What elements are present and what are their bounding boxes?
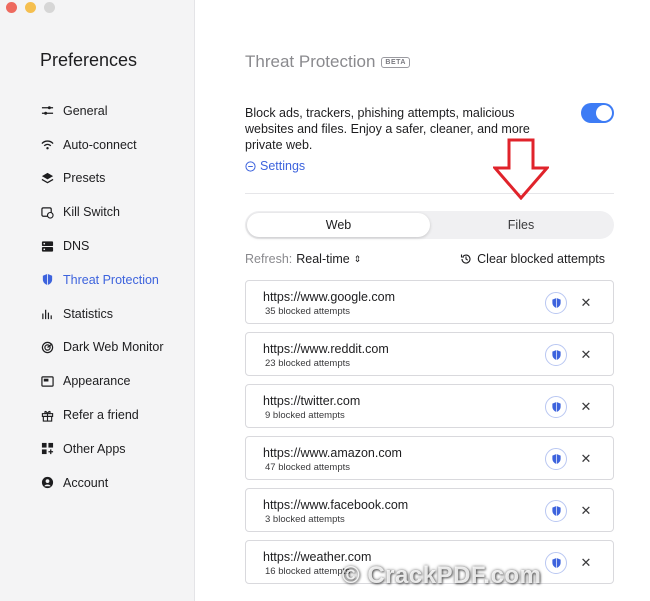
sidebar-item-account[interactable]: Account [0, 466, 195, 500]
tab-files[interactable]: Files [430, 213, 612, 237]
blocked-count: 3 blocked attempts [265, 514, 345, 525]
shield-icon[interactable] [545, 292, 567, 314]
server-icon [40, 239, 54, 253]
user-icon [40, 476, 54, 490]
shield-icon [40, 273, 54, 287]
shield-icon[interactable] [545, 500, 567, 522]
sidebar-item-kill-switch[interactable]: Kill Switch [0, 195, 195, 229]
sidebar-item-label: Dark Web Monitor [63, 340, 164, 355]
site-url: https://www.google.com [263, 290, 396, 304]
site-url: https://www.facebook.com [263, 498, 409, 512]
refresh-value: Real-time [296, 252, 350, 266]
blocked-count: 16 blocked attempts [265, 566, 351, 577]
wifi-icon [40, 138, 54, 152]
divider [245, 193, 614, 194]
settings-link-label: Settings [260, 159, 306, 173]
site-url: https://twitter.com [263, 394, 361, 408]
sidebar-item-label: Account [63, 475, 109, 490]
refresh-selector[interactable]: Refresh: Real-time ⇕ [245, 252, 361, 266]
history-icon [461, 254, 471, 264]
close-icon[interactable]: ✕ [577, 500, 595, 522]
sidebar-item-label: General [63, 103, 108, 118]
site-url: https://www.reddit.com [263, 342, 389, 356]
sidebar-item-label: Threat Protection [63, 272, 159, 287]
red-down-arrow-annotation [493, 138, 549, 200]
list-item: https://www.reddit.com 23 blocked attemp… [245, 332, 614, 376]
kill-switch-icon [40, 205, 54, 219]
blocked-count: 47 blocked attempts [265, 462, 351, 473]
shield-icon[interactable] [545, 448, 567, 470]
shield-icon[interactable] [545, 552, 567, 574]
sidebar-nav: General Auto-connect Presets Kill Switch… [0, 94, 195, 500]
blocked-count: 9 blocked attempts [265, 410, 345, 421]
blocked-count: 23 blocked attempts [265, 358, 351, 369]
sidebar-item-label: Statistics [63, 306, 114, 321]
sidebar-item-statistics[interactable]: Statistics [0, 297, 195, 331]
sidebar-item-appearance[interactable]: Appearance [0, 364, 195, 398]
sidebar-item-label: Other Apps [63, 441, 126, 456]
close-icon[interactable]: ✕ [577, 552, 595, 574]
watermark: © CrackPDF.com [342, 562, 542, 589]
tab-switcher: Web Files [245, 211, 614, 239]
close-icon[interactable]: ✕ [577, 448, 595, 470]
shield-icon[interactable] [545, 396, 567, 418]
sidebar-item-label: Refer a friend [63, 408, 139, 423]
clear-blocked-attempts-button[interactable]: Clear blocked attempts [460, 252, 605, 266]
settings-circle-icon [245, 160, 256, 172]
up-down-chevron-icon: ⇕ [353, 253, 362, 264]
sidebar-title: Preferences [40, 50, 138, 70]
close-window-button[interactable] [6, 2, 17, 13]
layers-icon [40, 171, 54, 185]
sidebar-item-other-apps[interactable]: Other Apps [0, 432, 195, 466]
beta-badge: BETA [381, 56, 410, 68]
clear-blocked-attempts-label: Clear blocked attempts [477, 252, 605, 266]
sidebar-item-threat-protection[interactable]: Threat Protection [0, 263, 195, 297]
list-item: https://www.amazon.com 47 blocked attemp… [245, 436, 614, 480]
sidebar-item-label: Kill Switch [63, 205, 120, 220]
main-panel: Threat Protection BETA Block ads, tracke… [196, 0, 650, 601]
apps-grid-icon [40, 442, 54, 456]
threat-protection-toggle[interactable] [581, 103, 614, 123]
sidebar-item-dns[interactable]: DNS [0, 229, 195, 263]
settings-link[interactable]: Settings [245, 159, 305, 173]
refresh-label: Refresh: [245, 252, 293, 266]
list-item: https://www.google.com 35 blocked attemp… [245, 280, 614, 324]
minimize-window-button[interactable] [25, 2, 36, 13]
page-title-text: Threat Protection [245, 52, 376, 71]
sidebar-item-presets[interactable]: Presets [0, 162, 195, 196]
blocked-sites-list: https://www.google.com 35 blocked attemp… [245, 280, 614, 592]
bar-chart-icon [40, 307, 54, 321]
site-url: https://www.amazon.com [263, 446, 402, 460]
sidebar-item-label: DNS [63, 239, 90, 254]
window-controls [6, 2, 55, 13]
radar-icon [40, 340, 54, 354]
sidebar-item-label: Appearance [63, 374, 131, 389]
gift-icon [40, 408, 54, 422]
close-icon[interactable]: ✕ [577, 292, 595, 314]
list-item: https://twitter.com 9 blocked attempts ✕ [245, 384, 614, 428]
tab-web[interactable]: Web [247, 213, 430, 237]
page-title: Threat Protection BETA [245, 52, 410, 72]
window-icon [40, 374, 54, 388]
sidebar-item-auto-connect[interactable]: Auto-connect [0, 128, 195, 162]
zoom-window-button[interactable] [44, 2, 55, 13]
sidebar-item-refer-a-friend[interactable]: Refer a friend [0, 398, 195, 432]
sidebar-item-label: Auto-connect [63, 137, 137, 152]
shield-icon[interactable] [545, 344, 567, 366]
close-icon[interactable]: ✕ [577, 344, 595, 366]
list-item: https://www.facebook.com 3 blocked attem… [245, 488, 614, 532]
sidebar-item-label: Presets [63, 171, 106, 186]
sidebar-item-dark-web-monitor[interactable]: Dark Web Monitor [0, 331, 195, 365]
blocked-count: 35 blocked attempts [265, 306, 351, 317]
sliders-icon [40, 104, 54, 118]
sidebar: Preferences General Auto-connect Presets… [0, 0, 195, 601]
toggle-knob [596, 105, 612, 121]
sidebar-item-general[interactable]: General [0, 94, 195, 128]
close-icon[interactable]: ✕ [577, 396, 595, 418]
